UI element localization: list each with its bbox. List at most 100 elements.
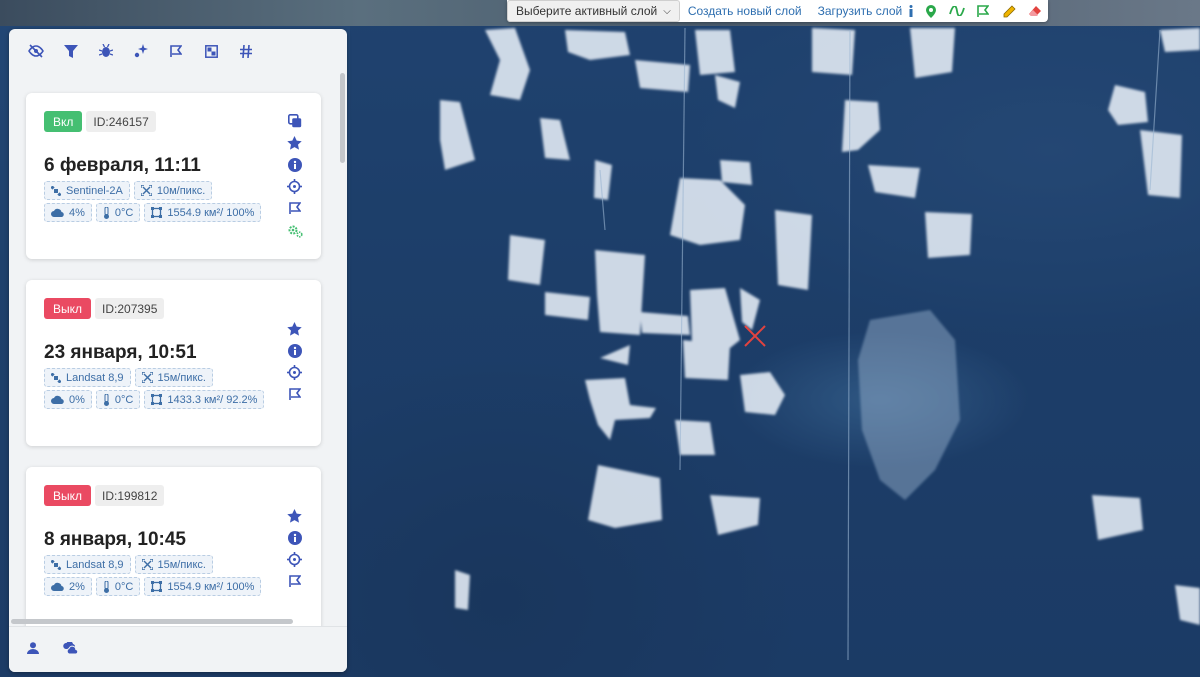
clouds-chip: 2% [44, 577, 92, 596]
resolution-chip: 15м/пикс. [134, 368, 213, 387]
filter-icon[interactable] [62, 42, 80, 60]
sparkle-icon[interactable] [132, 42, 150, 60]
pencil-icon[interactable] [996, 0, 1022, 22]
status-badge[interactable]: Выкл [44, 298, 92, 319]
area-icon [151, 394, 163, 405]
area-chip: 1433.3 км²/ 92.2% [144, 390, 265, 409]
settings-gears-icon[interactable] [286, 222, 303, 239]
eraser-icon[interactable] [1022, 0, 1048, 22]
crosshair-icon[interactable] [286, 178, 303, 195]
satellite-chip: Sentinel-2A [44, 181, 130, 200]
area-chip: 1554.9 км²/ 100% [144, 577, 262, 596]
card-actions [286, 112, 303, 239]
grid-icon[interactable] [202, 42, 220, 60]
info-circle-icon[interactable] [286, 156, 303, 173]
resolution-icon [141, 559, 153, 570]
area-icon [151, 581, 163, 592]
satellite-chip: Landsat 8,9 [44, 555, 131, 574]
resolution-icon [140, 185, 152, 196]
satellite-icon [51, 185, 61, 196]
info-icon[interactable] [904, 0, 918, 22]
upload-layer-link[interactable]: Загрузить слой [810, 4, 905, 18]
scene-card[interactable]: Вкл ID:246157 6 февраля, 11:11 Sentinel-… [26, 93, 321, 259]
clouds-value: 2% [69, 580, 85, 593]
scene-id: ID:199812 [95, 485, 165, 506]
flag-icon[interactable] [286, 200, 303, 217]
resolution-value: 15м/пикс. [157, 558, 206, 571]
active-layer-select[interactable]: Выберите активный слой ⌵ [507, 0, 680, 22]
scene-id: ID:246157 [86, 111, 156, 132]
resolution-chip: 15м/пикс. [134, 555, 213, 574]
clouds-value: 0% [69, 393, 85, 406]
pin-icon[interactable] [918, 0, 944, 22]
hash-icon[interactable] [237, 42, 255, 60]
clouds-value: 4% [69, 206, 85, 219]
scenes-sidebar: Вкл ID:246157 6 февраля, 11:11 Sentinel-… [9, 29, 347, 672]
star-icon[interactable] [286, 320, 303, 337]
scene-card[interactable]: Выкл ID:207395 23 января, 10:51 Landsat … [26, 280, 321, 446]
resolution-value: 10м/пикс. [156, 184, 206, 197]
area-value: 1433.3 км²/ 92.2% [167, 393, 258, 406]
scene-date: 23 января, 10:51 [44, 342, 197, 363]
satellite-name: Landsat 8,9 [66, 371, 124, 384]
info-circle-icon[interactable] [286, 529, 303, 546]
crosshair-icon[interactable] [286, 364, 303, 381]
star-icon[interactable] [286, 134, 303, 151]
area-value: 1554.9 км²/ 100% [167, 580, 255, 593]
thermometer-icon [103, 206, 110, 219]
temperature-value: 0°C [114, 206, 134, 219]
resolution-value: 15м/пикс. [157, 371, 206, 384]
clouds-chip: 4% [44, 203, 92, 222]
star-icon[interactable] [286, 507, 303, 524]
area-value: 1554.9 км²/ 100% [167, 206, 255, 219]
user-icon[interactable] [27, 641, 39, 659]
resolution-icon [141, 372, 153, 383]
resolution-chip: 10м/пикс. [133, 181, 213, 200]
satellite-name: Sentinel-2A [66, 184, 123, 197]
eye-off-icon[interactable] [27, 42, 45, 60]
status-badge[interactable]: Выкл [44, 485, 92, 506]
copy-icon[interactable] [286, 112, 303, 129]
satellite-icon [51, 372, 61, 383]
top-toolbar: Выберите активный слой ⌵ Создать новый с… [507, 0, 1049, 22]
flag-icon[interactable] [286, 573, 303, 590]
satellite-name: Landsat 8,9 [66, 558, 124, 571]
clouds-chip: 0% [44, 390, 92, 409]
cloud-icon [51, 582, 64, 591]
temperature-chip: 0°C [95, 203, 141, 222]
temperature-chip: 0°C [95, 390, 141, 409]
clouds-icon[interactable] [63, 640, 79, 659]
vertical-scrollbar[interactable] [340, 73, 345, 163]
active-layer-select-value: Выберите активный слой [516, 4, 658, 18]
scenes-list[interactable]: Вкл ID:246157 6 февраля, 11:11 Sentinel-… [9, 73, 347, 650]
temperature-value: 0°C [114, 393, 134, 406]
scene-date: 8 января, 10:45 [44, 529, 186, 550]
satellite-chip: Landsat 8,9 [44, 368, 131, 387]
chevron-down-icon: ⌵ [663, 5, 671, 17]
satellite-icon [51, 559, 61, 570]
horizontal-scrollbar[interactable] [11, 619, 293, 624]
card-actions [286, 507, 303, 590]
scene-card[interactable]: Выкл ID:199812 8 января, 10:45 Landsat 8… [26, 467, 321, 633]
scene-id: ID:207395 [95, 298, 165, 319]
cloud-icon [51, 208, 64, 217]
temperature-value: 0°C [114, 580, 134, 593]
create-layer-link[interactable]: Создать новый слой [680, 4, 810, 18]
cloud-icon [51, 395, 64, 404]
bug-icon[interactable] [97, 42, 115, 60]
card-actions [286, 320, 303, 403]
info-circle-icon[interactable] [286, 342, 303, 359]
flag-icon[interactable] [286, 386, 303, 403]
line-icon[interactable] [944, 0, 970, 22]
polygon-flag-icon[interactable] [970, 0, 996, 22]
sidebar-header [9, 29, 347, 73]
scene-date: 6 февраля, 11:11 [44, 155, 201, 176]
area-icon [151, 207, 163, 218]
flag-icon[interactable] [167, 42, 185, 60]
sidebar-footer [9, 626, 347, 672]
thermometer-icon [103, 580, 110, 593]
thermometer-icon [103, 393, 110, 406]
crosshair-icon[interactable] [286, 551, 303, 568]
area-chip: 1554.9 км²/ 100% [144, 203, 262, 222]
status-badge[interactable]: Вкл [44, 111, 83, 132]
